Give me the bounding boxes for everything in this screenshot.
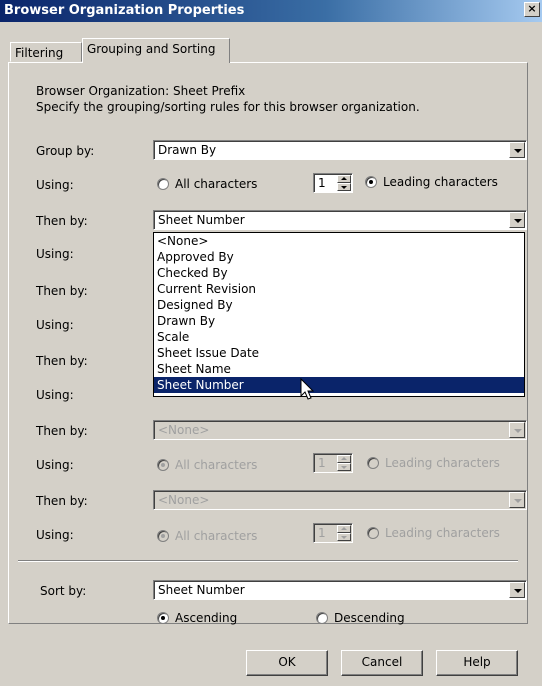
sort-by-combo[interactable]: Sheet Number [153, 580, 527, 600]
chevron-down-icon [509, 492, 525, 508]
close-button[interactable]: × [524, 2, 540, 17]
descending-label: Descending [334, 611, 405, 625]
dropdown-option[interactable]: Checked By [154, 265, 524, 281]
tab-filtering[interactable]: Filtering [10, 42, 82, 62]
using-label-2: Using: [36, 247, 74, 261]
using-label-1: Using: [36, 178, 74, 192]
dropdown-option[interactable]: Scale [154, 329, 524, 345]
leading-count-spinner-1[interactable]: 1 [313, 173, 353, 193]
descending-radio[interactable] [316, 612, 328, 624]
dropdown-option[interactable]: Sheet Issue Date [154, 345, 524, 361]
sort-by-label: Sort by: [40, 584, 87, 598]
title-bar: Browser Organization Properties × [0, 0, 542, 22]
dropdown-option[interactable]: Drawn By [154, 313, 524, 329]
dropdown-option[interactable]: <None> [154, 233, 524, 249]
using-label-4: Using: [36, 388, 74, 402]
ok-button[interactable]: OK [246, 650, 328, 676]
using-label-6: Using: [36, 528, 74, 542]
section-divider [18, 560, 518, 562]
cancel-button[interactable]: Cancel [341, 650, 423, 676]
tab-grouping-label: Grouping and Sorting [87, 42, 216, 56]
spin-down-icon [337, 463, 351, 471]
leading-characters-radio-6 [367, 527, 379, 539]
then-by-combo-4: <None> [153, 420, 527, 440]
all-characters-label-5: All characters [175, 458, 258, 472]
dropdown-option[interactable]: Approved By [154, 249, 524, 265]
then-by-combo-1[interactable]: Sheet Number [153, 210, 527, 230]
then-by-dropdown-list[interactable]: <None> Approved By Checked By Current Re… [153, 232, 525, 397]
leading-characters-label-6: Leading characters [385, 526, 500, 540]
spin-up-icon [337, 455, 351, 463]
using-label-3: Using: [36, 318, 74, 332]
then-by-combo-5: <None> [153, 490, 527, 510]
tab-filtering-label: Filtering [15, 46, 64, 60]
then-by-label-3: Then by: [36, 354, 88, 368]
all-characters-label-1: All characters [175, 177, 258, 191]
all-characters-radio-1[interactable] [157, 178, 169, 190]
ascending-radio[interactable] [157, 612, 169, 624]
dropdown-option[interactable]: Sheet Name [154, 361, 524, 377]
leading-count-value-6: 1 [318, 526, 326, 540]
then-by-value-1: Sheet Number [158, 213, 245, 227]
dropdown-option[interactable]: Designed By [154, 297, 524, 313]
using-label-5: Using: [36, 458, 74, 472]
leading-characters-label-5: Leading characters [385, 456, 500, 470]
org-name-label: Browser Organization: Sheet Prefix [36, 84, 246, 98]
sort-by-value: Sheet Number [158, 583, 245, 597]
spin-up-icon [337, 525, 351, 533]
mouse-cursor-icon [300, 378, 315, 400]
then-by-label-1: Then by: [36, 214, 88, 228]
chevron-down-icon[interactable] [509, 142, 525, 158]
leading-characters-label-1: Leading characters [383, 175, 498, 189]
chevron-down-icon [509, 422, 525, 438]
spin-down-icon[interactable] [337, 183, 351, 191]
tab-grouping-and-sorting[interactable]: Grouping and Sorting [82, 38, 230, 63]
chevron-down-icon[interactable] [509, 212, 525, 228]
chevron-down-icon[interactable] [509, 582, 525, 598]
dropdown-option[interactable]: Current Revision [154, 281, 524, 297]
spin-up-icon[interactable] [337, 175, 351, 183]
leading-count-spinner-5: 1 [313, 453, 353, 473]
leading-characters-radio-5 [367, 457, 379, 469]
window-title: Browser Organization Properties [4, 3, 245, 18]
then-by-label-5: Then by: [36, 494, 88, 508]
leading-count-value-1: 1 [318, 176, 326, 190]
leading-characters-radio-1[interactable] [365, 176, 377, 188]
help-button[interactable]: Help [436, 650, 518, 676]
ascending-label: Ascending [175, 611, 238, 625]
spin-down-icon [337, 533, 351, 541]
then-by-label-4: Then by: [36, 424, 88, 438]
instructions-label: Specify the grouping/sorting rules for t… [36, 100, 420, 114]
group-by-value: Drawn By [158, 143, 217, 157]
group-by-combo[interactable]: Drawn By [153, 140, 527, 160]
then-by-value-4: <None> [158, 423, 210, 437]
group-by-label: Group by: [36, 144, 95, 158]
then-by-label-2: Then by: [36, 284, 88, 298]
all-characters-label-6: All characters [175, 529, 258, 543]
then-by-value-5: <None> [158, 493, 210, 507]
leading-count-value-5: 1 [318, 456, 326, 470]
leading-count-spinner-6: 1 [313, 523, 353, 543]
all-characters-radio-6 [157, 530, 169, 542]
all-characters-radio-5 [157, 459, 169, 471]
dropdown-option-selected[interactable]: Sheet Number [154, 377, 524, 393]
